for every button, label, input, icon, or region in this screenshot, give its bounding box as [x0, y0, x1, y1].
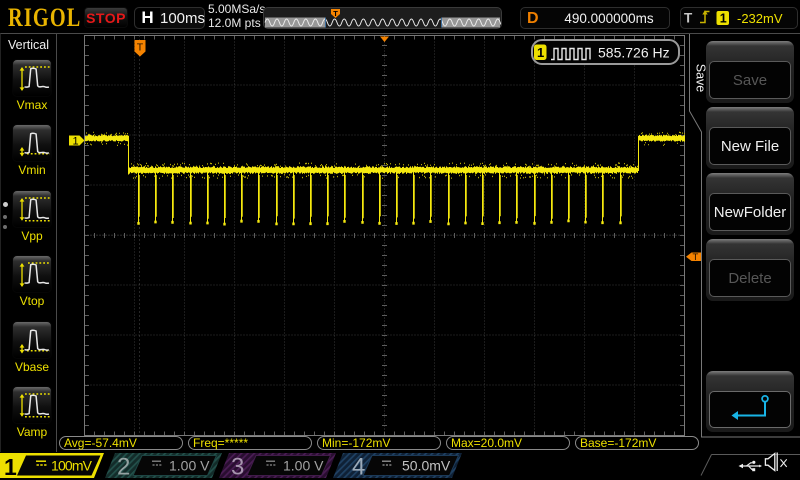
svg-text:585.726 Hz: 585.726 Hz — [598, 45, 670, 61]
svg-text:T: T — [684, 11, 693, 26]
svg-text:3: 3 — [231, 454, 244, 480]
svg-text:50.0mV: 50.0mV — [402, 458, 451, 474]
svg-text:T: T — [137, 42, 144, 54]
svg-text:T: T — [693, 252, 699, 263]
svg-text:100mV: 100mV — [51, 458, 93, 474]
svg-text:T: T — [333, 9, 338, 18]
svg-text:1: 1 — [4, 454, 17, 480]
svg-text:1: 1 — [73, 136, 79, 148]
svg-text:1.00 V: 1.00 V — [169, 458, 210, 474]
svg-text:2: 2 — [117, 454, 130, 480]
svg-text:-232mV: -232mV — [737, 11, 783, 26]
svg-text:4: 4 — [352, 454, 365, 480]
svg-text:1.00 V: 1.00 V — [283, 458, 324, 474]
svg-text:1: 1 — [720, 12, 727, 26]
svg-text:1: 1 — [537, 45, 544, 60]
